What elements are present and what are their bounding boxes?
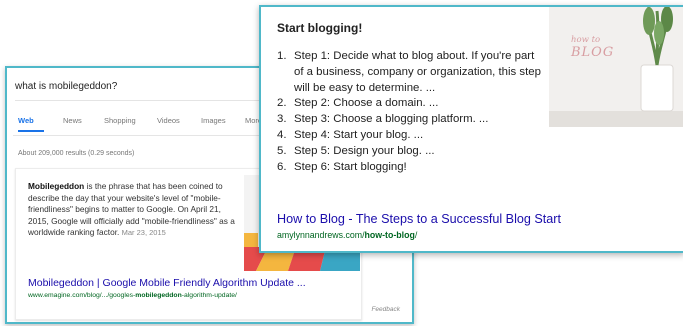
list-item: 4. Step 4: Start your blog. ...	[277, 128, 424, 141]
step-text: Step 2: Choose a domain. ...	[294, 97, 439, 110]
url-prefix: amylynnandrews.com/	[277, 230, 365, 240]
step-text: Step 3: Choose a blogging platform. ...	[294, 113, 489, 126]
image-text-big: BLOG	[571, 45, 615, 60]
featured-result-url[interactable]: amylynnandrews.com/how-to-blog/	[277, 230, 417, 240]
snippet-result-url[interactable]: www.emagine.com/blog/.../googles-mobileg…	[28, 292, 237, 299]
featured-snippet-card: Start blogging! 1. Step 1: Decide what to…	[259, 5, 683, 253]
step-text: Step 6: Start blogging!	[294, 160, 407, 173]
step-text: Step 1: Decide what to blog about. If yo…	[294, 50, 541, 94]
tab-news[interactable]: News	[63, 116, 82, 125]
active-tab-indicator	[18, 130, 44, 132]
url-bold: how-to-blog	[364, 230, 415, 240]
url-bold: mobilegeddon	[135, 292, 182, 299]
list-item: 3. Step 3: Choose a blogging platform. ..…	[277, 113, 489, 126]
featured-thumbnail: how to BLOG	[549, 7, 683, 127]
snippet-date: Mar 23, 2015	[121, 228, 166, 238]
list-item: 6. Step 6: Start blogging!	[277, 160, 407, 173]
feedback-link[interactable]: Feedback	[371, 306, 400, 313]
tab-videos[interactable]: Videos	[157, 116, 180, 125]
tab-web[interactable]: Web	[18, 116, 34, 125]
plant-pot-icon	[549, 7, 683, 127]
snippet-term: Mobilegeddon	[28, 181, 85, 191]
featured-result-link[interactable]: How to Blog - The Steps to a Successful …	[277, 212, 561, 226]
tab-shopping[interactable]: Shopping	[104, 116, 136, 125]
url-prefix: www.emagine.com/blog/.../googles-	[28, 292, 136, 299]
results-stats: About 209,000 results (0.29 seconds)	[18, 150, 135, 157]
list-item: 5. Step 5: Design your blog. ...	[277, 144, 435, 157]
snippet-text: Mobilegeddon is the phrase that has been…	[28, 181, 236, 239]
how-to-blog-graphic: how to BLOG	[571, 35, 614, 60]
step-text: Step 4: Start your blog. ...	[294, 128, 424, 141]
featured-snippet-title: Start blogging!	[277, 21, 363, 35]
snippet-result-link[interactable]: Mobilegeddon | Google Mobile Friendly Al…	[28, 277, 306, 289]
image-text-small: how to	[571, 35, 601, 45]
list-item: 2. Step 2: Choose a domain. ...	[277, 97, 439, 110]
url-suffix: -algorithm-update/	[181, 292, 237, 299]
step-text: Step 5: Design your blog. ...	[294, 144, 435, 157]
steps-list: 1. Step 1: Decide what to blog about. If …	[277, 49, 546, 175]
list-item: 1. Step 1: Decide what to blog about. If …	[277, 50, 541, 94]
tab-images[interactable]: Images	[201, 116, 226, 125]
url-suffix: /	[414, 230, 418, 240]
